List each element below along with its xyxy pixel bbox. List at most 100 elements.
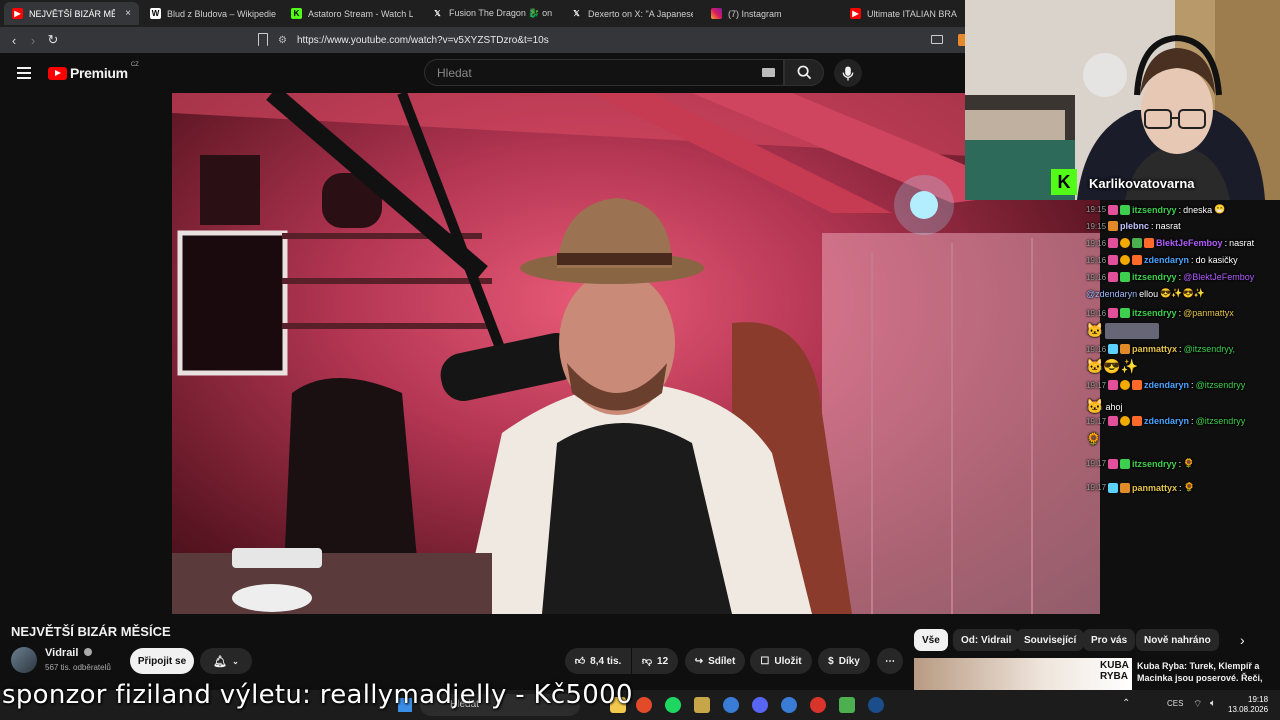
tab-x-fusion[interactable]: 𝕏 Fusion The Dragon 🐉 on X: " xyxy=(424,2,562,25)
chat-timestamp: 19:16 xyxy=(1086,238,1107,248)
chat-username[interactable]: panmattyx xyxy=(1132,344,1177,354)
bookmark-icon[interactable] xyxy=(258,33,268,46)
chat-username[interactable]: itzsendryy xyxy=(1132,459,1177,469)
tab-title: Astatoro Stream - Watch Live xyxy=(308,8,413,19)
language-indicator[interactable]: CES xyxy=(1167,699,1183,708)
chat-username[interactable]: BlektJeFemboy xyxy=(1156,238,1223,248)
volume-icon[interactable]: 🔈︎ xyxy=(1210,698,1216,709)
browser-tab-strip: ▶ NEJVĚTŠÍ BIZÁR MĚSÍCE × W Blud z Bludo… xyxy=(0,0,965,27)
steam-icon[interactable] xyxy=(868,697,884,713)
site-info-icon[interactable]: ⚙ xyxy=(278,35,287,46)
cast-icon[interactable] xyxy=(931,35,943,44)
share-button[interactable]: ↪ Sdílet xyxy=(685,648,745,674)
reload-icon[interactable]: ↻ xyxy=(43,30,63,50)
like-button[interactable]: 👍︎ 8,4 tis. xyxy=(565,648,631,674)
save-button[interactable]: ☐ Uložit xyxy=(750,648,812,674)
forward-icon[interactable]: › xyxy=(23,30,43,50)
search-button[interactable] xyxy=(784,59,824,86)
video-frame xyxy=(172,93,1100,614)
subscriber-count: 567 tis. odběratelů xyxy=(45,663,111,672)
tab-youtube-active[interactable]: ▶ NEJVĚTŠÍ BIZÁR MĚSÍCE × xyxy=(4,2,139,25)
keyboard-icon[interactable] xyxy=(762,68,775,77)
youtube-logo[interactable]: Premium CZ xyxy=(48,62,139,81)
app-icon[interactable] xyxy=(723,697,739,713)
chat-username[interactable]: zdendaryn xyxy=(1144,416,1189,426)
tab-wikipedia[interactable]: W Blud z Bludova – Wikipedie xyxy=(142,2,280,25)
emote-icon: 🌻 xyxy=(1086,432,1101,446)
chat-timestamp: 19:17 xyxy=(1086,380,1107,390)
chat-username[interactable]: itzsendryy xyxy=(1132,272,1177,282)
youtube-icon: ▶ xyxy=(850,8,861,19)
video-player[interactable] xyxy=(172,93,1100,614)
recommended-title[interactable]: Kuba Ryba: Turek, Klempíř a Macinka jsou… xyxy=(1137,660,1277,684)
browser-icon[interactable] xyxy=(636,697,652,713)
badge-icon xyxy=(1132,416,1143,426)
minecraft-icon[interactable] xyxy=(839,697,855,713)
dislike-button[interactable]: 👎︎ 12 xyxy=(632,648,678,674)
spotify-icon[interactable] xyxy=(665,697,681,713)
emote-icon: 🐱 xyxy=(1086,322,1104,338)
clock-date: 13.08.2026 xyxy=(1228,705,1269,714)
tray-chevron-icon[interactable]: ⌃ xyxy=(1122,698,1130,709)
gift-badge-icon xyxy=(1120,308,1131,318)
extension-icon[interactable] xyxy=(958,34,965,46)
channel-name[interactable]: Vidrail xyxy=(45,647,92,659)
app-icon[interactable] xyxy=(810,697,826,713)
badge-icon xyxy=(1132,380,1143,390)
chip-from-channel[interactable]: Od: Vidrail xyxy=(953,629,1020,651)
tab-instagram[interactable]: (7) Instagram xyxy=(703,2,841,25)
chat-text: ahoj xyxy=(1105,401,1123,412)
youtube-play-icon xyxy=(48,66,67,80)
back-icon[interactable]: ‹ xyxy=(4,30,24,50)
tab-x-dexerto[interactable]: 𝕏 Dexerto on X: "A Japanese ind xyxy=(563,2,701,25)
logo-text: Premium xyxy=(70,65,128,81)
thanks-label: Díky xyxy=(838,655,860,667)
chip-related[interactable]: Související xyxy=(1016,629,1085,651)
join-button[interactable]: Připojit se xyxy=(130,648,194,674)
url-field[interactable]: ⚙ https://www.youtube.com/watch?v=v5XYZS… xyxy=(278,31,938,50)
channel-avatar[interactable] xyxy=(11,647,37,673)
chip-recently-uploaded[interactable]: Nově nahráno xyxy=(1136,629,1219,651)
chip-for-you[interactable]: Pro vás xyxy=(1083,629,1136,651)
chat-mention[interactable]: @zdendaryn xyxy=(1086,289,1137,299)
search-input[interactable]: Hledat xyxy=(424,59,784,86)
chat-text: nasrat xyxy=(1229,238,1255,248)
notification-button[interactable]: 🔔︎ ⌄ xyxy=(200,648,252,674)
more-actions-button[interactable]: ⋯ xyxy=(877,648,903,674)
chat-text: @itzsendryy, xyxy=(1183,344,1236,354)
chat-emote-row: 🐱 xyxy=(1086,322,1160,339)
menu-icon[interactable] xyxy=(17,67,31,79)
tab-title: Blud z Bludova – Wikipedie xyxy=(167,8,277,19)
tab-kick[interactable]: K Astatoro Stream - Watch Live xyxy=(283,2,421,25)
url-text: https://www.youtube.com/watch?v=v5XYZSTD… xyxy=(296,35,549,46)
region-label: CZ xyxy=(130,62,139,68)
chat-timestamp: 19:17 xyxy=(1086,459,1107,468)
app-icon[interactable] xyxy=(781,697,797,713)
badge-icon xyxy=(1108,221,1119,231)
app-icon[interactable] xyxy=(694,697,710,713)
chat-username[interactable]: plebnc xyxy=(1120,221,1149,231)
close-icon[interactable]: × xyxy=(125,8,131,19)
chat-username[interactable]: itzsendryy xyxy=(1132,308,1177,318)
share-icon: ↪ xyxy=(694,655,704,667)
voice-search-button[interactable] xyxy=(834,59,862,87)
chat-username[interactable]: itzsendryy xyxy=(1132,205,1177,215)
chat-text: do kasičky xyxy=(1195,255,1238,265)
chat-username[interactable]: zdendaryn xyxy=(1144,255,1189,265)
chat-message: 19:16 panmattyx: @itzsendryy, xyxy=(1086,344,1236,354)
chat-timestamp: 19:17 xyxy=(1086,483,1107,492)
sub-badge-icon xyxy=(1108,308,1119,318)
badge-icon xyxy=(1132,238,1143,248)
chat-username[interactable]: zdendaryn xyxy=(1144,380,1189,390)
thumbs-down-icon: 👎︎ xyxy=(641,656,653,667)
thanks-button[interactable]: $ Díky xyxy=(818,648,870,674)
chip-all[interactable]: Vše xyxy=(914,629,948,651)
wifi-icon[interactable]: ⌔ xyxy=(1193,698,1202,711)
discord-icon[interactable] xyxy=(752,697,768,713)
chat-username[interactable]: panmattyx xyxy=(1132,483,1177,493)
recommended-thumbnail[interactable]: KUBA RYBA xyxy=(914,658,1132,690)
emote-icon: 🐱 xyxy=(1086,398,1104,414)
chevron-right-icon[interactable]: › xyxy=(1240,632,1245,648)
taskbar-clock[interactable]: 19:18 13.08.2026 xyxy=(1228,695,1268,715)
tab-youtube-brainrot[interactable]: ▶ Ultimate ITALIAN BRAINROT xyxy=(842,2,965,25)
